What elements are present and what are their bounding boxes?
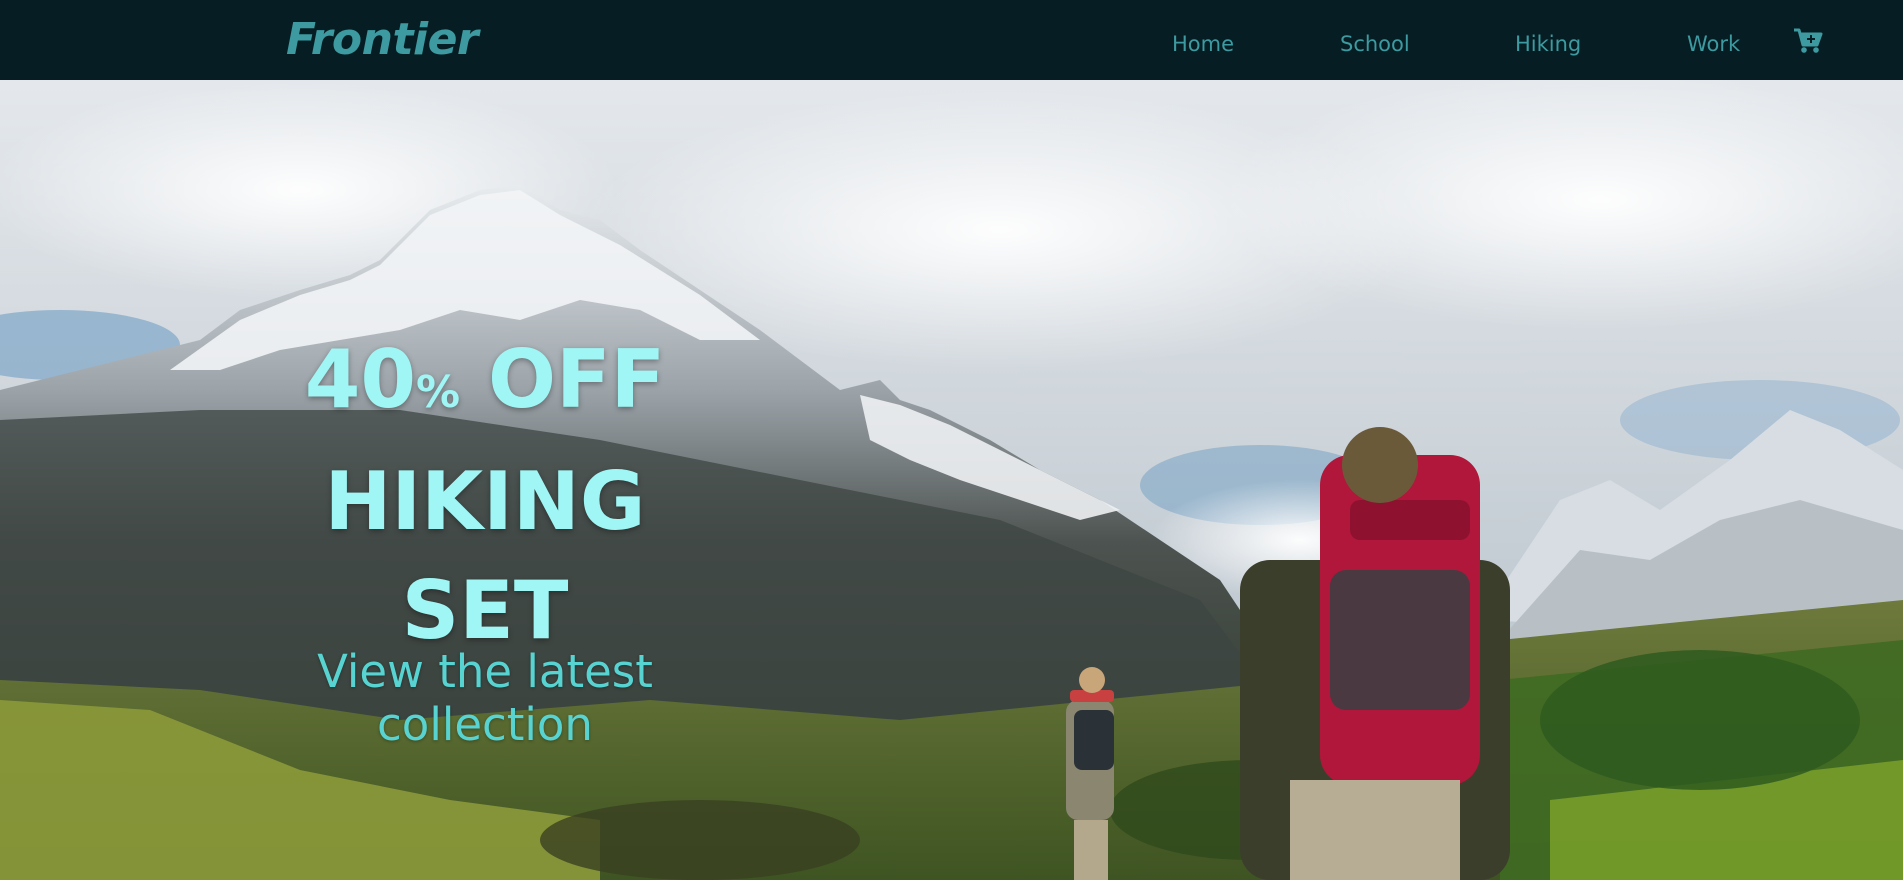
navbar: Frontier Home School Hiking Work: [0, 0, 1903, 80]
promo-headline: 40% OFF HIKING SET: [230, 325, 740, 665]
nav-item-home[interactable]: Home: [1172, 32, 1234, 56]
promo-discount-unit: %: [416, 367, 461, 418]
promo-line-hiking: HIKING: [324, 455, 646, 548]
brand-logo[interactable]: Frontier: [286, 14, 479, 65]
cart-plus-icon[interactable]: [1793, 27, 1823, 55]
promo-discount-value: 40: [304, 333, 417, 426]
nav-item-school[interactable]: School: [1340, 32, 1410, 56]
promo-discount: 40% OFF: [230, 325, 740, 447]
nav-item-hiking[interactable]: Hiking: [1515, 32, 1581, 56]
view-collection-link[interactable]: View the latest collection: [222, 645, 748, 751]
promo-discount-word: OFF: [487, 333, 666, 426]
nav-item-work[interactable]: Work: [1687, 32, 1740, 56]
hero-banner: 40% OFF HIKING SET View the latest colle…: [0, 80, 1903, 880]
